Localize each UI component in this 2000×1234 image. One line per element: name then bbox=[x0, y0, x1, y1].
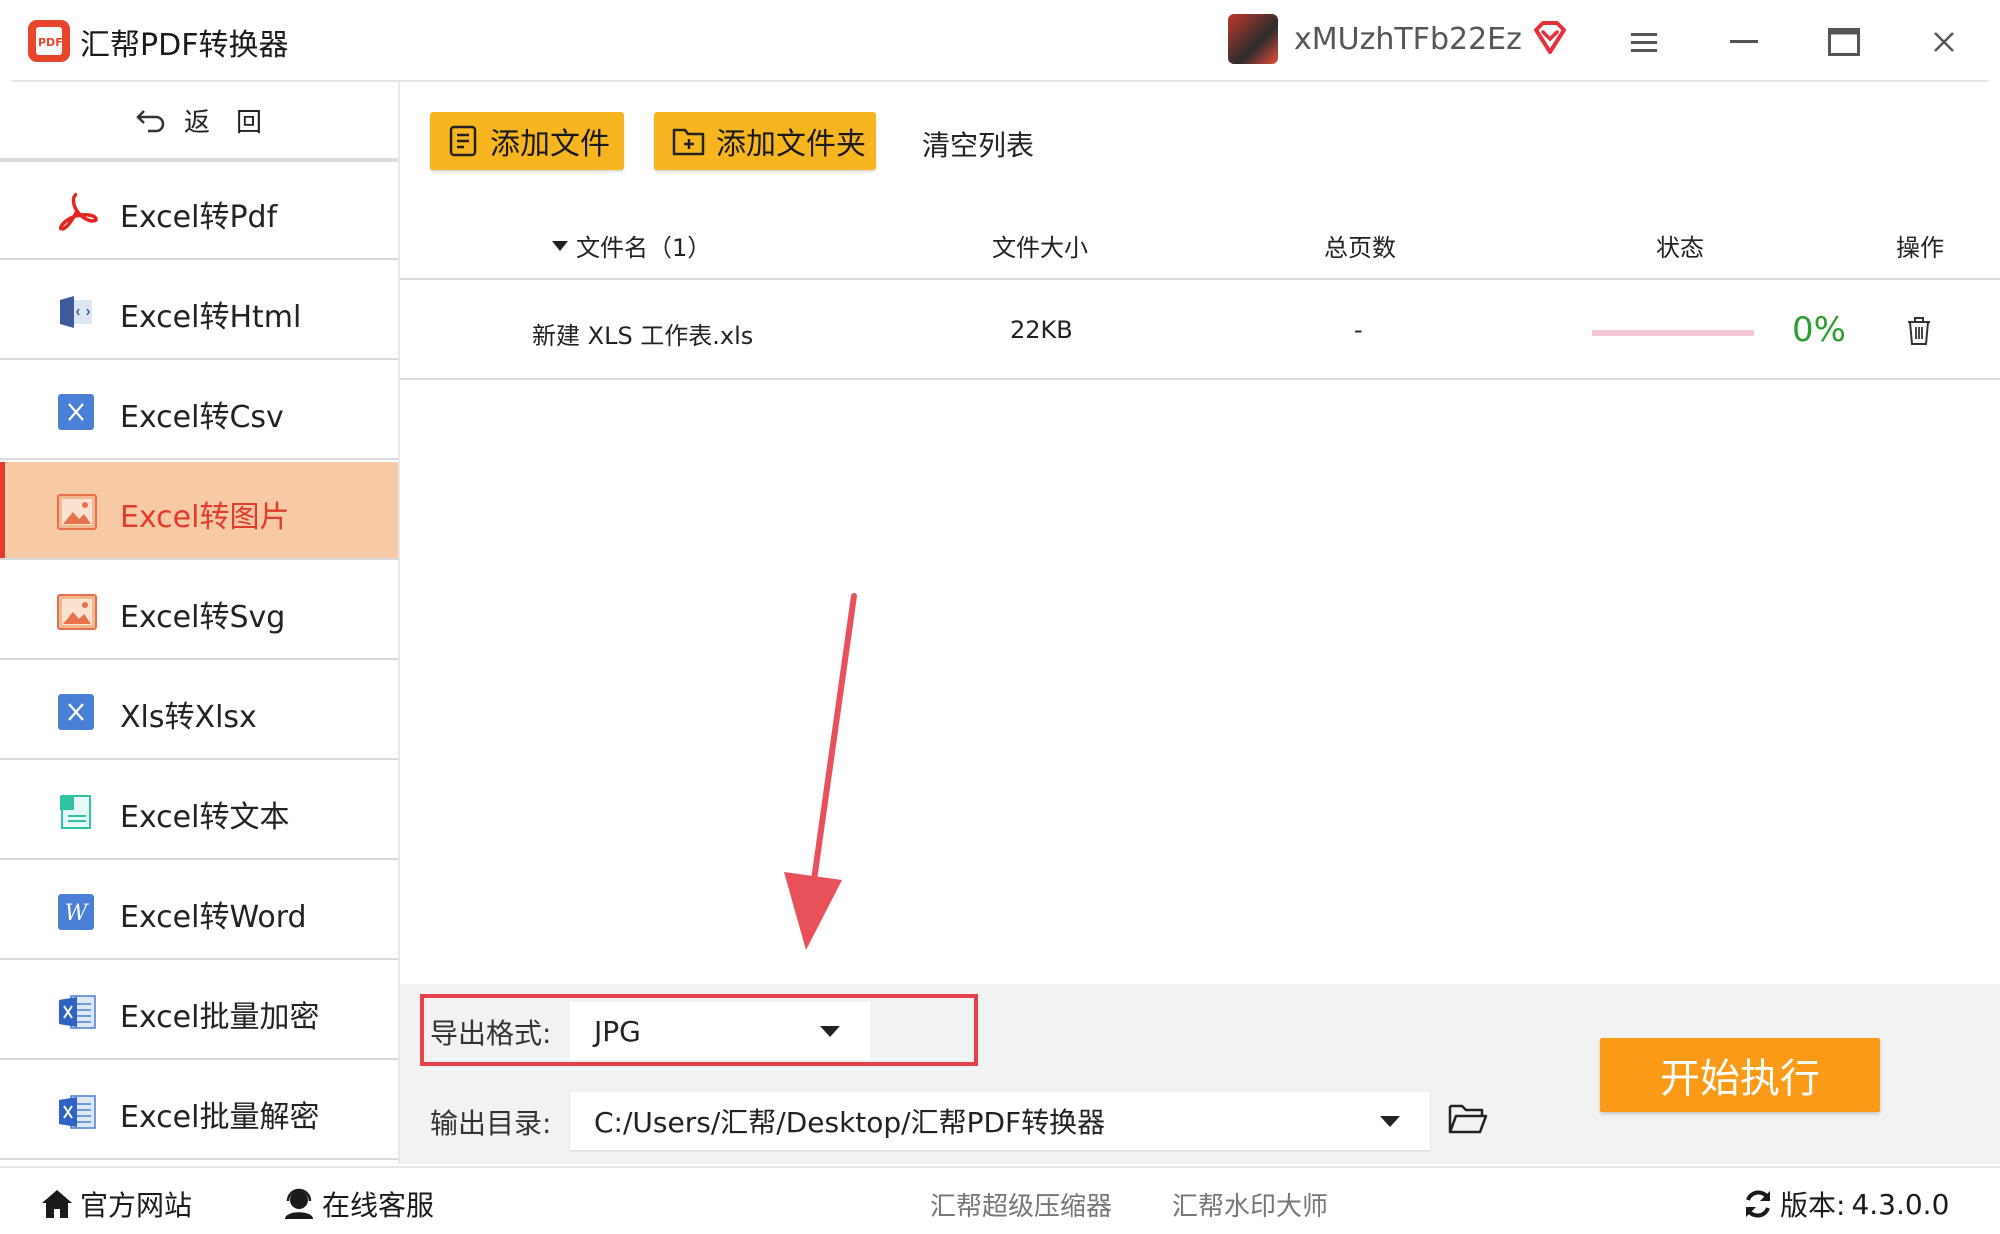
progress-percent: 0% bbox=[1792, 310, 1846, 350]
minimize-icon bbox=[1730, 40, 1758, 43]
output-dir-value: C:/Users/汇帮/Desktop/汇帮PDF转换器 bbox=[594, 1106, 1106, 1139]
version-info[interactable]: 版本: 4.3.0.0 bbox=[1742, 1184, 1949, 1224]
sidebar-item-excel-to-image[interactable]: Excel转图片 bbox=[0, 462, 398, 560]
sidebar-item-label: Excel转Pdf bbox=[120, 200, 278, 235]
text-icon bbox=[60, 795, 91, 829]
sidebar-item-excel-to-pdf[interactable]: Excel转Pdf bbox=[0, 162, 398, 260]
add-file-label: 添加文件 bbox=[490, 127, 610, 162]
encrypt-icon bbox=[59, 995, 96, 1029]
vip-diamond-icon[interactable] bbox=[1532, 20, 1568, 56]
back-button[interactable]: 返 回 bbox=[0, 82, 398, 162]
home-icon bbox=[42, 1190, 72, 1218]
sidebar-item-excel-batch-decrypt[interactable]: Excel批量解密 bbox=[0, 1062, 398, 1160]
page-count-cell: - bbox=[1354, 316, 1363, 344]
title-bar: PDF 汇帮PDF转换器 xMUzhTFb22Ez bbox=[0, 0, 2000, 82]
back-label: 返 回 bbox=[183, 107, 262, 138]
xlsx-icon bbox=[58, 694, 94, 730]
compressor-link[interactable]: 汇帮超级压缩器 bbox=[930, 1186, 1112, 1223]
headset-icon bbox=[285, 1188, 313, 1219]
close-icon bbox=[1934, 32, 1954, 52]
official-website-link[interactable]: 官方网站 bbox=[40, 1184, 192, 1224]
file-size-cell: 22KB bbox=[1010, 316, 1073, 344]
sidebar-item-excel-to-text[interactable]: Excel转文本 bbox=[0, 762, 398, 860]
column-header-filename[interactable]: 文件名（1） bbox=[552, 228, 711, 263]
sidebar-item-label: Excel转Html bbox=[120, 300, 302, 335]
svg-text:W: W bbox=[65, 901, 90, 926]
sidebar-item-label: Excel批量加密 bbox=[120, 1000, 320, 1035]
progress-bar bbox=[1592, 330, 1754, 336]
annotation-arrow-icon bbox=[784, 593, 857, 950]
sidebar-item-excel-to-html[interactable]: Excel转Html bbox=[0, 262, 398, 360]
word-icon: W bbox=[58, 894, 94, 930]
export-format-label: 导出格式: bbox=[430, 1017, 552, 1050]
image-icon bbox=[57, 494, 97, 530]
add-folder-label: 添加文件夹 bbox=[716, 127, 866, 162]
svg-icon bbox=[57, 594, 97, 630]
export-format-value: JPG bbox=[594, 1014, 641, 1048]
csv-icon bbox=[58, 394, 94, 430]
column-header-size: 文件大小 bbox=[992, 234, 1088, 262]
add-folder-icon bbox=[672, 128, 705, 156]
sidebar-item-excel-to-csv[interactable]: Excel转Csv bbox=[0, 362, 398, 460]
sidebar-item-label: Excel转Svg bbox=[120, 600, 286, 635]
minimize-button[interactable] bbox=[1724, 22, 1764, 62]
html-icon bbox=[60, 296, 92, 328]
sidebar-item-excel-to-svg[interactable]: Excel转Svg bbox=[0, 562, 398, 660]
sidebar-item-label: Xls转Xlsx bbox=[120, 700, 257, 735]
add-file-button[interactable]: 添加文件 bbox=[430, 112, 624, 170]
close-button[interactable] bbox=[1924, 22, 1964, 62]
sidebar-item-excel-to-word[interactable]: W Excel转Word bbox=[0, 862, 398, 960]
online-support-link[interactable]: 在线客服 bbox=[282, 1184, 434, 1224]
table-header-divider bbox=[400, 278, 2000, 280]
back-arrow-icon bbox=[136, 110, 165, 133]
sidebar-item-label: Excel转图片 bbox=[120, 500, 290, 535]
maximize-button[interactable] bbox=[1824, 22, 1864, 62]
user-avatar[interactable] bbox=[1228, 14, 1278, 64]
pdf-icon bbox=[58, 192, 98, 231]
footer: 官方网站 在线客服 汇帮超级压缩器 汇帮水印大师 版本: 4.3.0.0 bbox=[0, 1166, 2000, 1234]
refresh-icon bbox=[1746, 1190, 1770, 1218]
sidebar-item-label: Excel转Word bbox=[120, 900, 307, 935]
add-folder-button[interactable]: 添加文件夹 bbox=[654, 112, 876, 170]
sidebar-item-xls-to-xlsx[interactable]: Xls转Xlsx bbox=[0, 662, 398, 760]
sort-down-icon bbox=[552, 240, 568, 251]
hamburger-icon bbox=[1631, 33, 1657, 52]
column-header-status: 状态 bbox=[1656, 234, 1704, 262]
table-row-divider bbox=[400, 378, 2000, 380]
add-file-icon bbox=[449, 125, 477, 157]
sidebar-item-excel-batch-encrypt[interactable]: Excel批量加密 bbox=[0, 962, 398, 1060]
output-dir-label: 输出目录: bbox=[430, 1107, 552, 1140]
column-header-action: 操作 bbox=[1896, 234, 1944, 262]
chevron-down-icon bbox=[820, 1026, 840, 1037]
app-title: 汇帮PDF转换器 bbox=[80, 28, 289, 63]
trash-icon[interactable] bbox=[1906, 316, 1932, 346]
chevron-down-icon bbox=[1380, 1116, 1400, 1127]
app-logo-icon: PDF bbox=[28, 20, 70, 62]
sidebar-item-label: Excel转文本 bbox=[120, 800, 290, 835]
sidebar: 返 回 Excel转Pdf Excel转Html Excel转Csv Excel… bbox=[0, 82, 400, 1164]
start-button[interactable]: 开始执行 bbox=[1600, 1038, 1880, 1112]
maximize-icon bbox=[1828, 28, 1860, 56]
sidebar-item-label: Excel转Csv bbox=[120, 400, 284, 435]
export-format-select[interactable]: JPG bbox=[570, 1002, 870, 1060]
output-dir-select[interactable]: C:/Users/汇帮/Desktop/汇帮PDF转换器 bbox=[570, 1092, 1430, 1150]
sidebar-item-label: Excel批量解密 bbox=[120, 1100, 320, 1135]
username[interactable]: xMUzhTFb22Ez bbox=[1294, 22, 1522, 57]
folder-open-icon[interactable] bbox=[1448, 1102, 1488, 1136]
file-name-cell: 新建 XLS 工作表.xls bbox=[532, 322, 754, 350]
decrypt-icon bbox=[59, 1095, 96, 1129]
clear-list-button[interactable]: 清空列表 bbox=[922, 124, 1034, 164]
watermark-link[interactable]: 汇帮水印大师 bbox=[1172, 1186, 1328, 1223]
menu-button[interactable] bbox=[1624, 22, 1664, 62]
column-header-pages: 总页数 bbox=[1324, 234, 1396, 262]
